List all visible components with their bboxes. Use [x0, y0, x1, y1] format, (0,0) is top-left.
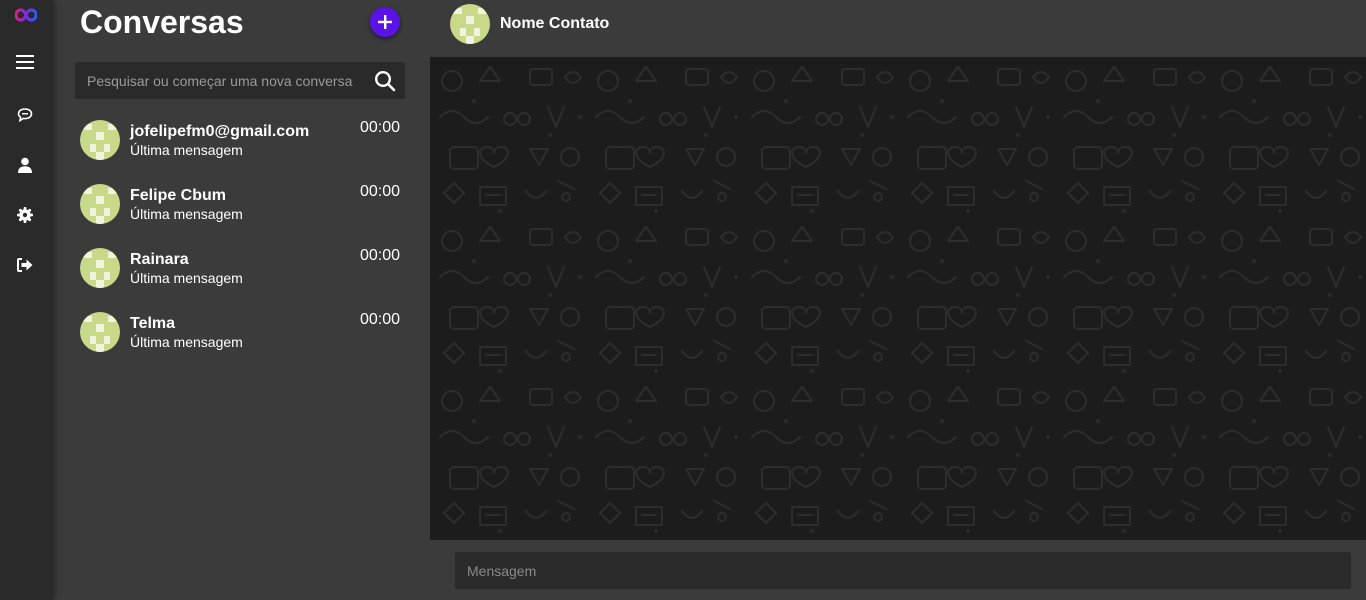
- plus-icon: [378, 15, 392, 29]
- conversation-time: 00:00: [359, 311, 400, 328]
- icon-rail: [0, 0, 52, 600]
- menu-button[interactable]: [12, 49, 38, 75]
- conversation-last-message: Última mensagem: [130, 334, 243, 350]
- conversation-item[interactable]: Rainara Última mensagem 00:00: [80, 247, 405, 304]
- logout-button[interactable]: [12, 252, 38, 278]
- conversation-name: Felipe Cbum: [130, 187, 227, 204]
- message-area: [430, 57, 1366, 540]
- conversation-item[interactable]: jofelipefm0@gmail.com Última mensagem 00…: [80, 119, 405, 176]
- page-title: Conversas: [80, 4, 244, 40]
- profile-button[interactable]: [12, 152, 38, 178]
- chats-button[interactable]: [12, 102, 38, 128]
- conversation-name: Rainara: [130, 251, 189, 268]
- avatar: [80, 312, 120, 352]
- gear-icon: [17, 207, 33, 223]
- new-conversation-button[interactable]: [370, 7, 400, 37]
- search-bar: [75, 62, 405, 99]
- menu-icon: [16, 55, 34, 69]
- search-icon[interactable]: [374, 70, 396, 92]
- avatar: [80, 184, 120, 224]
- user-icon: [18, 157, 32, 173]
- settings-button[interactable]: [12, 202, 38, 228]
- avatar: [80, 248, 120, 288]
- conversation-name: Telma: [130, 315, 176, 332]
- conversation-name: jofelipefm0@gmail.com: [130, 123, 310, 140]
- contact-avatar[interactable]: [450, 4, 490, 44]
- chat-icon: [17, 108, 33, 123]
- conversation-last-message: Última mensagem: [130, 206, 243, 222]
- conversation-last-message: Última mensagem: [130, 270, 243, 286]
- conversation-last-message: Última mensagem: [130, 142, 243, 158]
- conversations-panel: Conversas jofelipefm0@gmail.com Última m…: [52, 0, 430, 600]
- conversation-item[interactable]: Felipe Cbum Última mensagem 00:00: [80, 183, 405, 240]
- search-input[interactable]: [75, 62, 365, 99]
- chat-header: Nome Contato: [430, 0, 1366, 57]
- conversation-item[interactable]: Telma Última mensagem 00:00: [80, 311, 405, 368]
- chat-app: Conversas jofelipefm0@gmail.com Última m…: [0, 0, 1366, 600]
- conversation-time: 00:00: [359, 119, 400, 136]
- contact-name: Nome Contato: [500, 15, 610, 32]
- conversation-time: 00:00: [359, 247, 400, 264]
- infinity-logo[interactable]: [15, 7, 37, 23]
- message-composer: [430, 540, 1366, 600]
- message-input[interactable]: [455, 552, 1351, 589]
- logout-icon: [17, 258, 33, 272]
- avatar: [80, 120, 120, 160]
- conversation-time: 00:00: [359, 183, 400, 200]
- doodle-wallpaper: [430, 57, 1366, 540]
